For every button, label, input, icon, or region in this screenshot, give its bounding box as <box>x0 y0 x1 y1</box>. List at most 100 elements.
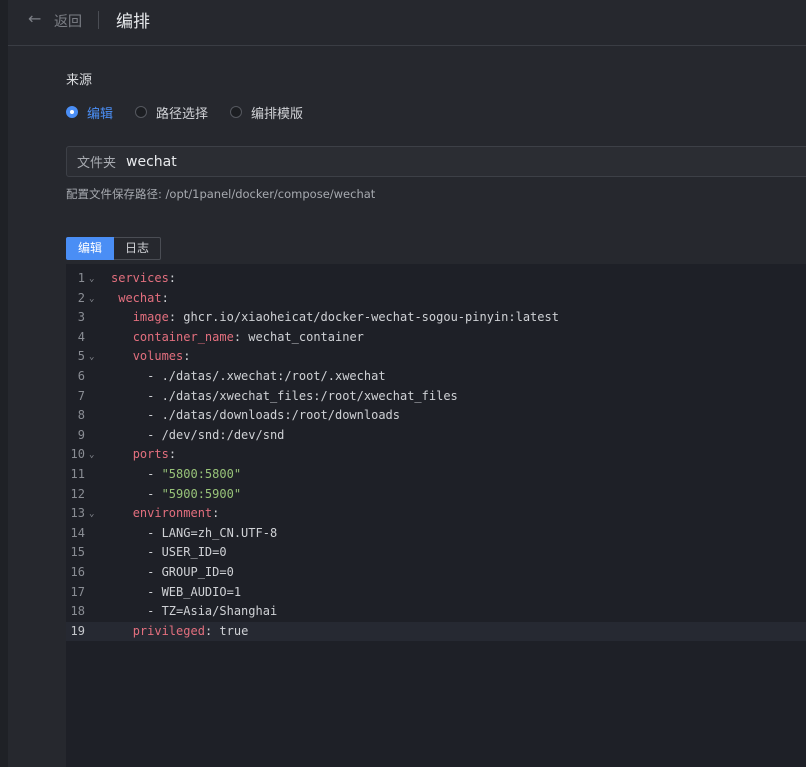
back-arrow-icon[interactable]: ← <box>28 9 41 28</box>
code-text: volumes: <box>132 349 191 364</box>
code-line[interactable]: 8 - ./datas/downloads:/root/downloads <box>66 406 806 426</box>
yaml-value: "5900:5900" <box>161 486 242 501</box>
line-number: 14 <box>70 525 85 540</box>
code-line[interactable]: 13 ⌄ environment: <box>66 504 806 524</box>
yaml-key: container_name <box>132 329 234 344</box>
radio-edit-dot[interactable] <box>66 106 78 118</box>
code-text: - WEB_AUDIO=1 <box>111 583 241 603</box>
code-text: - TZ=Asia/Shanghai <box>111 602 277 622</box>
code-line[interactable]: 12 - "5900:5900" <box>66 485 806 505</box>
code-line[interactable]: 5 ⌄ volumes: <box>66 347 806 367</box>
radio-path-select[interactable]: 路径选择 <box>135 103 208 122</box>
page-header: ← 返回 编排 <box>8 0 806 46</box>
radio-template-label: 编排模版 <box>251 106 304 122</box>
code-text: container_name: wechat_container <box>132 329 364 344</box>
line-number: 9 <box>77 427 85 442</box>
line-number: 19 <box>70 623 85 638</box>
page-title: 编排 <box>116 12 150 32</box>
radio-edit[interactable]: 编辑 <box>66 103 113 122</box>
source-label: 来源 <box>66 73 93 88</box>
code-line[interactable]: 6 - ./datas/.xwechat:/root/.xwechat <box>66 367 806 387</box>
radio-path-select-dot[interactable] <box>135 106 148 118</box>
code-text: privileged: true <box>132 623 249 638</box>
fold-chevron-icon[interactable]: ⌄ <box>89 270 94 290</box>
line-number: 17 <box>70 584 85 599</box>
code-line[interactable]: 16 - GROUP_ID=0 <box>66 563 806 583</box>
yaml-key: environment <box>132 506 213 521</box>
yaml-value: ghcr.io/xiaoheicat/docker-wechat-sogou-p… <box>183 310 559 325</box>
yaml-value: wechat_container <box>248 329 364 344</box>
yaml-value: "5800:5800" <box>161 467 242 481</box>
fold-chevron-icon[interactable]: ⌄ <box>89 290 94 310</box>
radio-template-dot[interactable] <box>230 106 243 118</box>
yaml-value: - TZ=Asia/Shanghai <box>147 604 278 619</box>
line-number: 8 <box>77 408 85 423</box>
radio-template[interactable]: 编排模版 <box>230 103 303 122</box>
line-number: 11 <box>70 467 85 481</box>
yaml-value: - WEB_AUDIO=1 <box>147 584 242 599</box>
yaml-key: volumes <box>132 349 184 364</box>
tab-log[interactable]: 日志 <box>114 237 162 260</box>
line-number: 16 <box>70 565 85 579</box>
code-line[interactable]: 19 privileged: true <box>66 621 806 642</box>
line-number: 13 <box>70 506 85 521</box>
folder-prefix: 文件夹 <box>77 156 117 171</box>
yaml-value: true <box>219 623 249 638</box>
line-number: 12 <box>70 486 85 501</box>
line-number: 3 <box>77 310 85 325</box>
code-line[interactable]: 15 - USER_ID=0 <box>66 543 806 563</box>
line-number: 5 <box>77 349 85 364</box>
left-rail <box>0 0 8 767</box>
fold-chevron-icon[interactable]: ⌄ <box>89 348 94 368</box>
line-number: 4 <box>77 329 85 344</box>
yaml-value: - GROUP_ID=0 <box>147 565 234 579</box>
code-editor[interactable]: 1 ⌄ services: 2 ⌄ wechat: 3 image: ghcr.io/xi… <box>66 264 806 767</box>
fold-chevron-icon[interactable]: ⌄ <box>89 505 94 525</box>
code-text: - USER_ID=0 <box>111 543 227 563</box>
yaml-value: - ./datas/.xwechat:/root/.xwechat <box>147 369 386 383</box>
code-line[interactable]: 4 container_name: wechat_container <box>66 328 806 348</box>
code-line[interactable]: 18 - TZ=Asia/Shanghai <box>66 602 806 622</box>
code-line[interactable]: 1 ⌄ services: <box>66 269 806 289</box>
line-number: 10 <box>70 447 85 462</box>
code-text: - ./datas/downloads:/root/downloads <box>111 406 400 426</box>
code-line[interactable]: 10 ⌄ ports: <box>66 445 806 465</box>
code-text: - LANG=zh_CN.UTF-8 <box>111 524 277 544</box>
code-text: - ./datas/.xwechat:/root/.xwechat <box>111 367 386 387</box>
code-line[interactable]: 3 image: ghcr.io/xiaoheicat/docker-wecha… <box>66 308 806 328</box>
line-number: 6 <box>77 369 85 383</box>
folder-input[interactable]: 文件夹 wechat <box>66 146 806 177</box>
code-text: - "5900:5900" <box>147 486 242 501</box>
yaml-key: image <box>132 310 169 325</box>
code-line[interactable]: 11 - "5800:5800" <box>66 465 806 485</box>
code-line[interactable]: 2 ⌄ wechat: <box>66 289 806 309</box>
code-line[interactable]: 17 - WEB_AUDIO=1 <box>66 583 806 603</box>
yaml-value: - /dev/snd:/dev/snd <box>147 427 285 442</box>
back-link[interactable]: 返回 <box>54 11 82 31</box>
radio-path-select-label: 路径选择 <box>156 106 209 122</box>
code-line[interactable]: 9 - /dev/snd:/dev/snd <box>66 426 806 446</box>
code-text: - /dev/snd:/dev/snd <box>111 426 284 446</box>
code-line[interactable]: 7 - ./datas/xwechat_files:/root/xwechat_… <box>66 387 806 407</box>
yaml-value: - USER_ID=0 <box>147 545 227 560</box>
line-number: 15 <box>70 545 85 560</box>
folder-value[interactable]: wechat <box>126 154 177 170</box>
line-number: 1 <box>77 271 85 285</box>
yaml-value: - ./datas/downloads:/root/downloads <box>147 408 400 423</box>
code-text: ports: <box>132 447 177 462</box>
radio-edit-label: 编辑 <box>87 106 114 122</box>
code-text: image: ghcr.io/xiaoheicat/docker-wechat-… <box>132 310 559 325</box>
line-number: 18 <box>70 604 85 619</box>
yaml-key: ports <box>132 447 169 462</box>
config-path-hint: 配置文件保存路径: /opt/1panel/docker/compose/wec… <box>66 187 376 201</box>
tab-edit[interactable]: 编辑 <box>66 237 115 260</box>
line-number: 7 <box>77 388 85 403</box>
yaml-value: - LANG=zh_CN.UTF-8 <box>147 525 278 540</box>
editor-tabs: 编辑 日志 <box>66 237 162 260</box>
code-text: services: <box>111 271 177 285</box>
code-line[interactable]: 14 - LANG=zh_CN.UTF-8 <box>66 524 806 544</box>
code-text: - GROUP_ID=0 <box>111 563 234 583</box>
code-text: - "5800:5800" <box>147 467 242 481</box>
fold-chevron-icon[interactable]: ⌄ <box>89 446 94 466</box>
yaml-key: privileged <box>132 623 205 638</box>
